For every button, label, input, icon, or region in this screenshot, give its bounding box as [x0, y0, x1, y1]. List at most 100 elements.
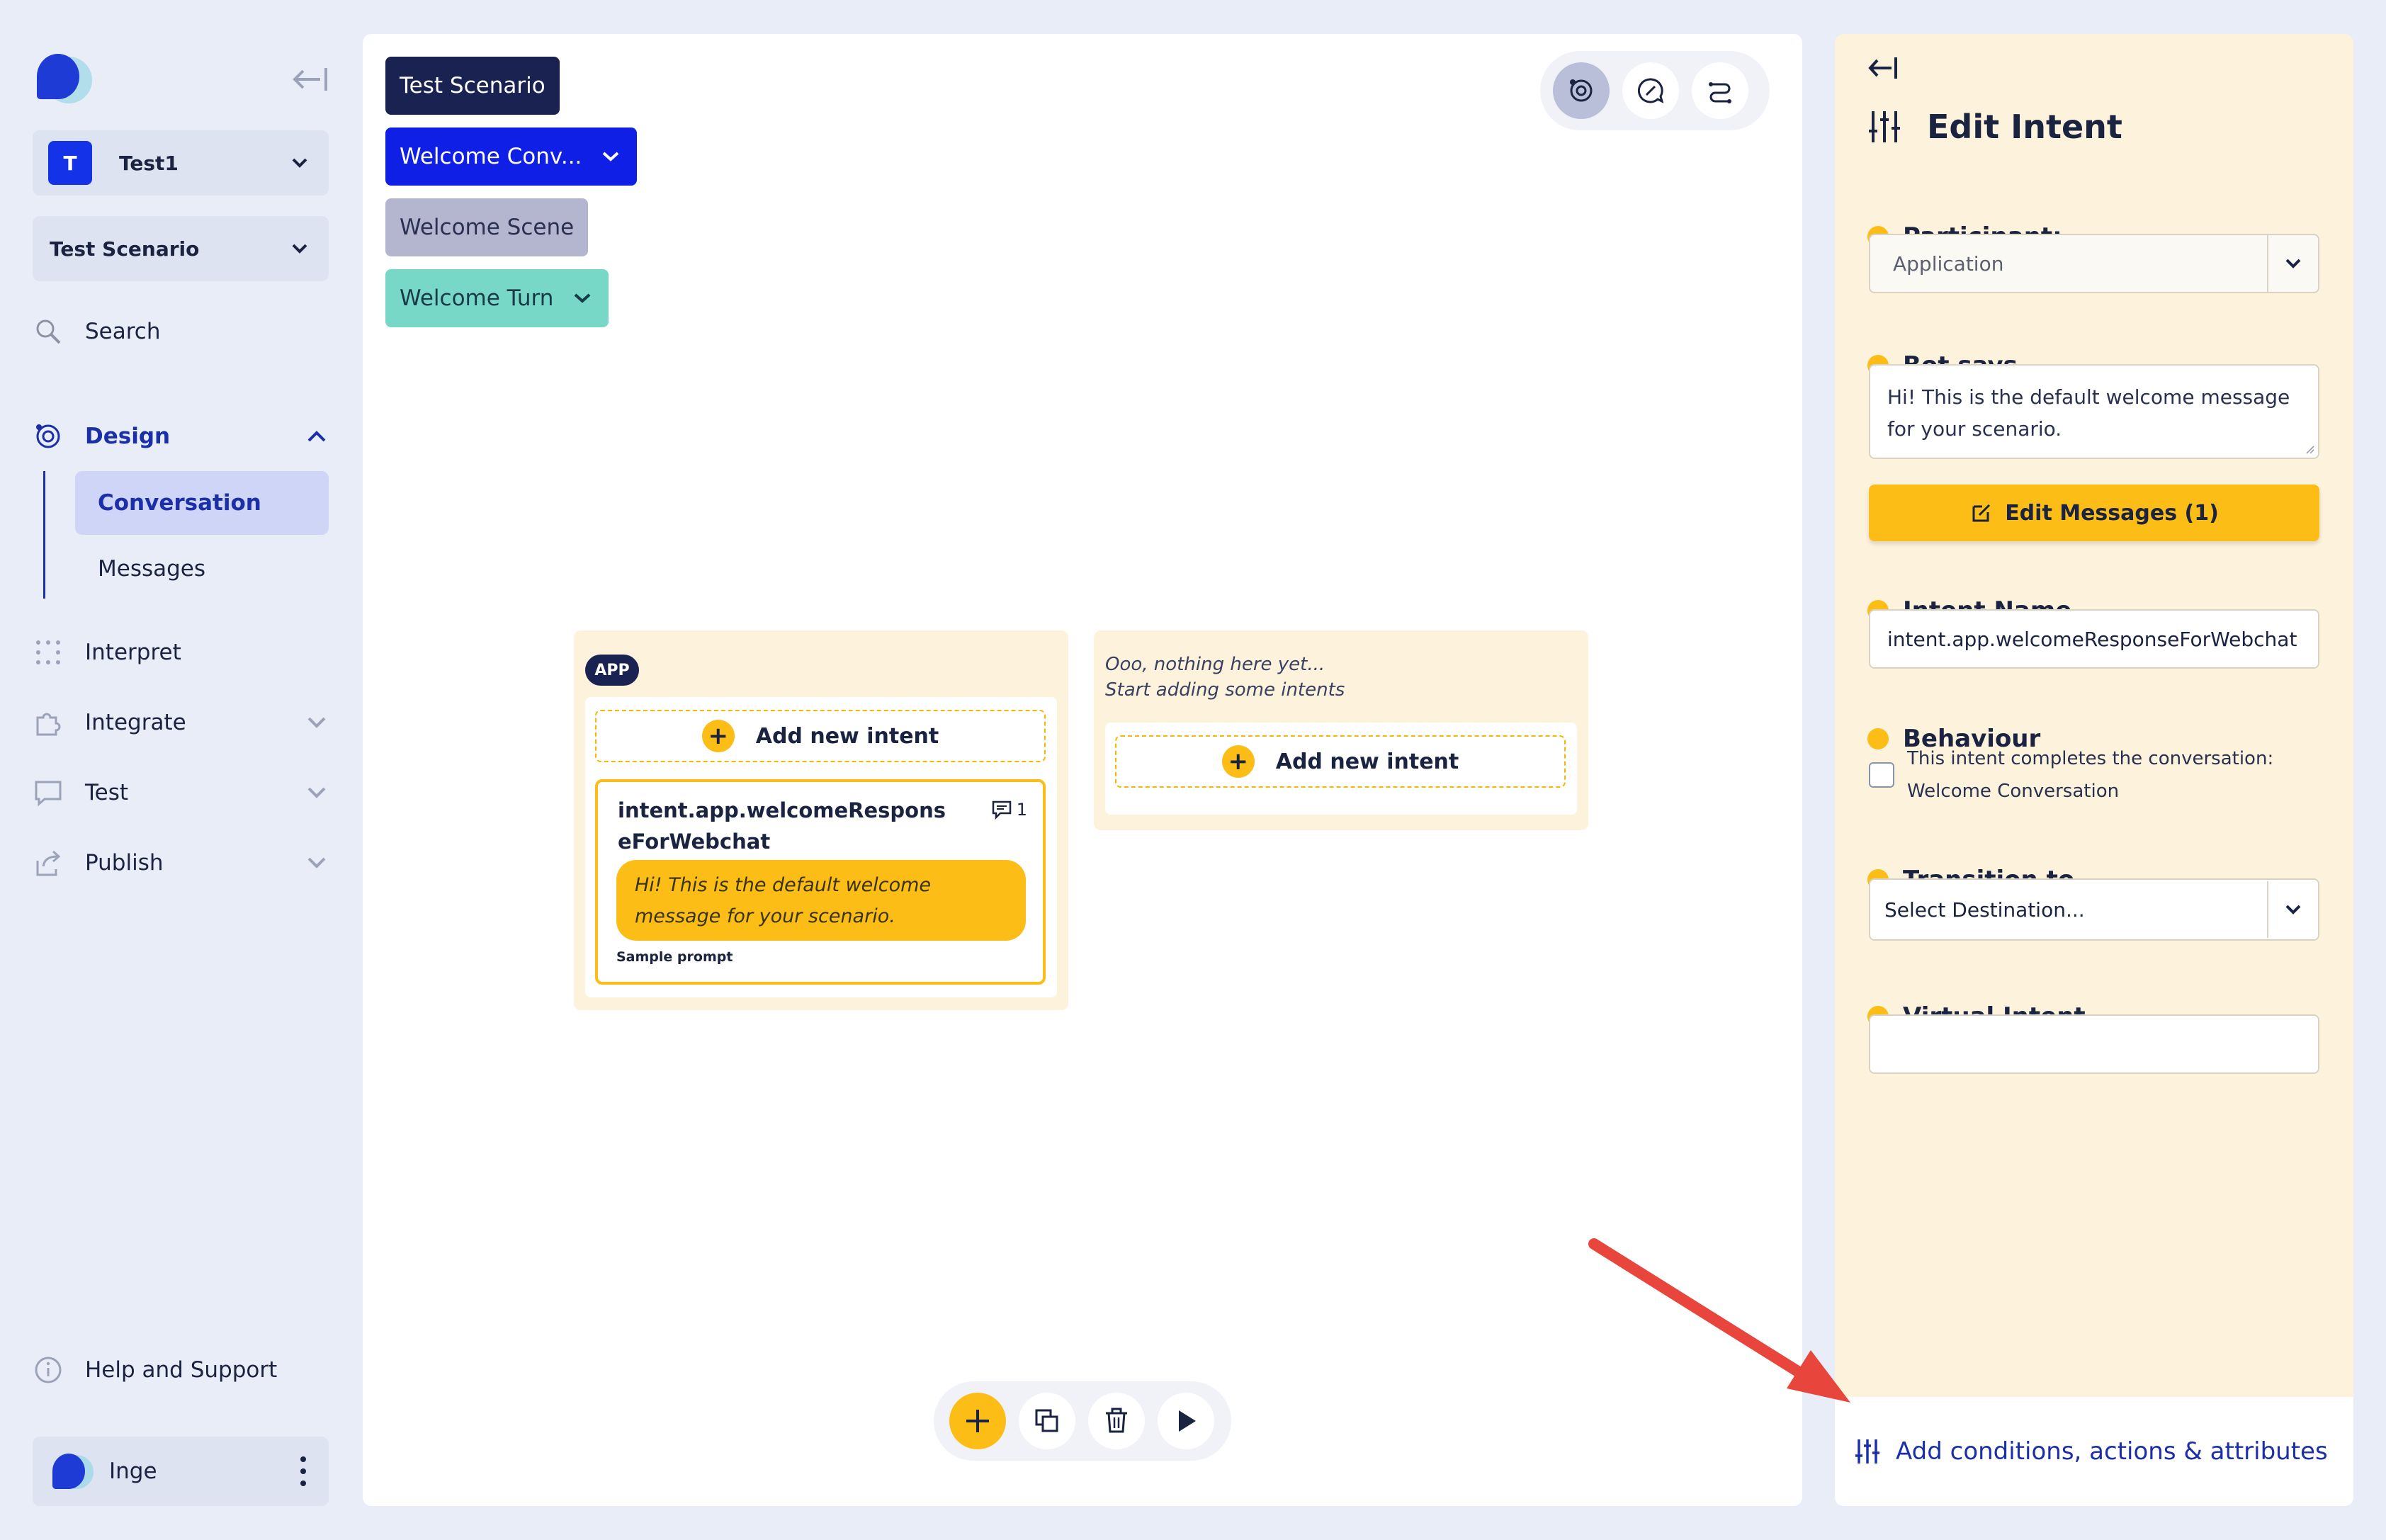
info-icon [33, 1354, 64, 1386]
nav-conversation[interactable]: Conversation [75, 471, 329, 535]
route-icon [1709, 82, 1731, 103]
add-conditions-label: Add conditions, actions & attributes [1896, 1437, 2328, 1466]
user-name: Inge [109, 1459, 157, 1484]
add-new-intent-button[interactable]: + Add new intent [595, 710, 1046, 762]
transition-value: Select Destination... [1884, 898, 2085, 922]
participant-select[interactable]: Application [1869, 234, 2319, 293]
nav-messages[interactable]: Messages [75, 537, 329, 601]
app-participant-column: APP + Add new intent intent.app.welcomeR… [574, 630, 1068, 1010]
scenario-name: Test Scenario [50, 237, 200, 261]
intent-name: intent.app.welcomeResponseForWebchat [618, 798, 946, 854]
more-options-icon[interactable] [296, 1454, 310, 1489]
message-icon [992, 800, 1011, 820]
bot-says-textarea[interactable]: Hi! This is the default welcome message … [1869, 364, 2319, 459]
add-new-intent-button[interactable]: + Add new intent [1115, 735, 1566, 788]
participant-badge: APP [585, 655, 639, 686]
trash-icon [1106, 1408, 1127, 1433]
completes-conversation-text: This intent completes the conversation: … [1907, 748, 2274, 802]
empty-state-text: Ooo, nothing here yet... Start adding so… [1105, 652, 1345, 703]
user-participant-column: Ooo, nothing here yet... Start adding so… [1094, 630, 1588, 830]
nav-integrate[interactable]: Integrate [33, 701, 329, 744]
delete-button[interactable] [1088, 1393, 1145, 1449]
intent-list: + Add new intent [1105, 723, 1577, 815]
panel-title-text: Edit Intent [1927, 108, 2122, 146]
chevron-down-icon [2267, 881, 2318, 938]
chevron-down-icon [305, 781, 329, 805]
plus-icon: + [701, 720, 735, 752]
nav-test-label: Test [85, 780, 129, 805]
transition-select[interactable]: Select Destination... [1869, 878, 2319, 941]
intent-list: + Add new intent intent.app.welcomeRespo… [585, 697, 1057, 997]
nav-design-label: Design [85, 424, 171, 449]
duplicate-button[interactable] [1019, 1393, 1075, 1449]
collapse-sidebar-icon[interactable] [292, 65, 330, 94]
nav-publish-label: Publish [85, 850, 164, 876]
sample-prompt-label: Sample prompt [616, 949, 733, 965]
intent-name-value: intent.app.welcomeResponseForWebchat [1887, 627, 2297, 651]
intent-name-input[interactable]: intent.app.welcomeResponseForWebchat [1869, 609, 2319, 669]
nav-help-label: Help and Support [85, 1357, 278, 1383]
chat-edit-icon [1637, 78, 1664, 103]
participant-value: Application [1893, 251, 2004, 276]
design-view-button[interactable] [1553, 62, 1610, 119]
chevron-up-icon [305, 424, 329, 448]
message-bubble: Hi! This is the default welcome message … [616, 860, 1026, 941]
search-icon [33, 316, 64, 347]
add-new-intent-label: Add new intent [1275, 749, 1459, 774]
chevron-down-icon [570, 286, 594, 310]
breadcrumb-turn[interactable]: Welcome Turn [385, 269, 609, 327]
nav-publish[interactable]: Publish [33, 842, 329, 884]
chevron-down-icon [599, 145, 623, 169]
chevron-down-icon [305, 851, 329, 875]
sidebar: T Test1 Test Scenario Search Design Conv… [0, 0, 354, 1540]
chevron-down-icon [305, 710, 329, 735]
app-logo [33, 50, 92, 109]
breadcrumb-scenario[interactable]: Test Scenario [385, 57, 560, 115]
chevron-down-icon [2267, 235, 2318, 292]
breadcrumb-scene-label: Welcome Scene [400, 215, 575, 240]
user-menu[interactable]: Inge [33, 1437, 329, 1506]
back-arrow-icon[interactable] [1867, 55, 1899, 85]
virtual-intent-input[interactable] [1869, 1014, 2319, 1074]
edit-messages-label: Edit Messages (1) [2005, 500, 2219, 526]
add-button[interactable] [949, 1393, 1006, 1449]
panel-title: Edit Intent [1867, 108, 2122, 146]
nav-search[interactable]: Search [33, 310, 329, 353]
add-new-intent-label: Add new intent [755, 723, 939, 749]
nav-help[interactable]: Help and Support [33, 1349, 329, 1391]
view-toggle [1540, 51, 1770, 130]
copy-icon [1035, 1409, 1058, 1432]
puzzle-icon [33, 707, 64, 738]
design-icon [33, 421, 64, 452]
workspace-selector[interactable]: T Test1 [33, 130, 329, 196]
nav-test[interactable]: Test [33, 771, 329, 814]
share-icon [33, 847, 64, 878]
message-count-value: 1 [1016, 800, 1027, 820]
conversation-canvas: Test Scenario Welcome Conv... Welcome Sc… [363, 34, 1802, 1506]
breadcrumb-scenario-label: Test Scenario [400, 73, 545, 98]
chevron-down-icon [288, 151, 312, 175]
empty-state-line1: Ooo, nothing here yet... [1105, 654, 1325, 675]
flow-view-button[interactable] [1692, 62, 1748, 119]
interpret-icon [33, 637, 64, 668]
edit-intent-panel: Edit Intent Participant: Application Bot… [1835, 34, 2353, 1506]
sliders-icon [1855, 1439, 1879, 1463]
add-conditions-button[interactable]: Add conditions, actions & attributes [1835, 1397, 2353, 1506]
completes-conversation-checkbox[interactable] [1869, 762, 1894, 788]
resize-handle-icon [2306, 446, 2314, 454]
nav-interpret[interactable]: Interpret [33, 631, 329, 674]
play-button[interactable] [1158, 1393, 1214, 1449]
plus-icon [966, 1410, 989, 1432]
nav-design[interactable]: Design [33, 415, 329, 458]
breadcrumb-conversation[interactable]: Welcome Conv... [385, 128, 638, 186]
workspace-avatar: T [48, 141, 92, 185]
design-subnav-line [43, 471, 45, 599]
nav-search-label: Search [85, 319, 161, 344]
edit-icon [1972, 504, 1991, 522]
intent-card[interactable]: intent.app.welcomeResponseForWebchat 1 H… [595, 779, 1046, 985]
edit-messages-button[interactable]: Edit Messages (1) [1869, 485, 2319, 541]
breadcrumb-scene[interactable]: Welcome Scene [385, 198, 589, 256]
conversation-view-button[interactable] [1622, 62, 1679, 119]
scenario-selector[interactable]: Test Scenario [33, 216, 329, 281]
nav-integrate-label: Integrate [85, 710, 186, 735]
